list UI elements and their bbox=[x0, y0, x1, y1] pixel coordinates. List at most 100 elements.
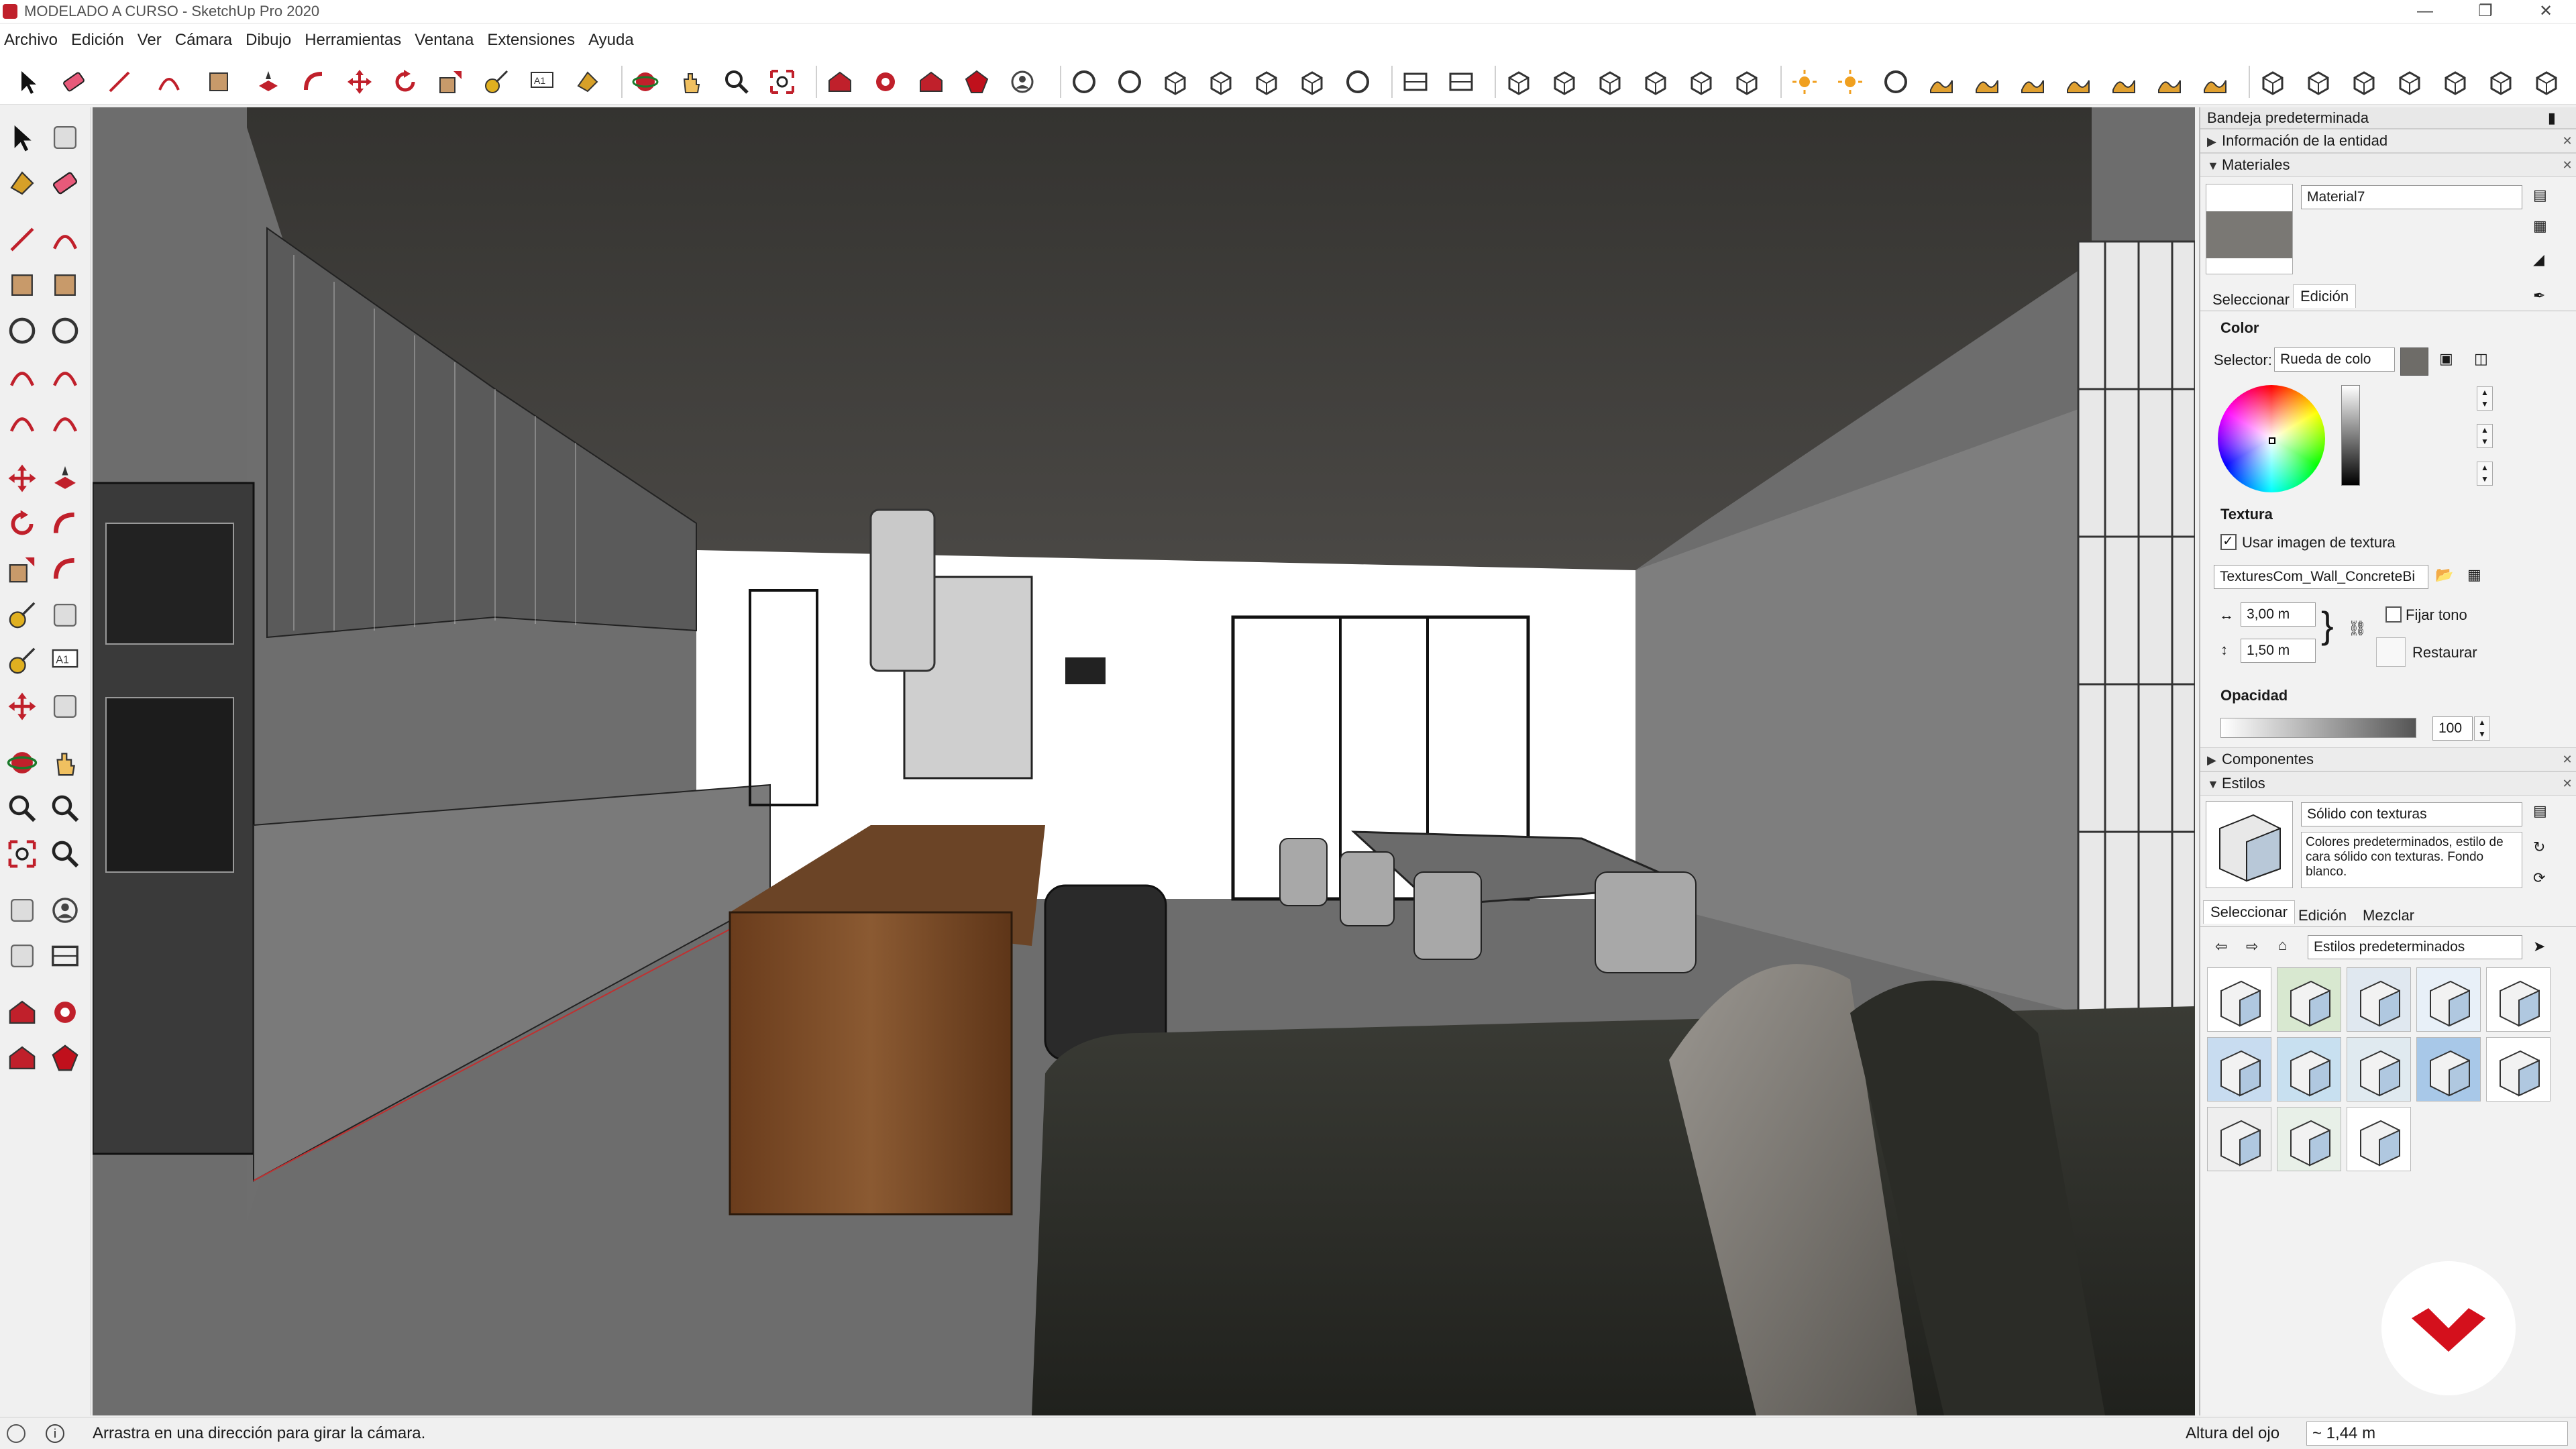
pan-tool-icon[interactable] bbox=[48, 746, 82, 780]
arc-tool-icon[interactable] bbox=[154, 67, 184, 97]
tab-styles-seleccionar[interactable]: Seleccionar bbox=[2203, 900, 2295, 924]
match-screen-color-icon[interactable]: ◫ bbox=[2474, 350, 2488, 368]
rotated-rectangle-icon[interactable] bbox=[48, 268, 82, 302]
create-material-icon[interactable]: ▤ bbox=[2533, 186, 2547, 204]
color-wheel[interactable] bbox=[2218, 385, 2325, 492]
circle-tool-icon[interactable] bbox=[5, 314, 39, 347]
minimize-icon[interactable]: — bbox=[2395, 0, 2455, 23]
menu-edicion[interactable]: Edición bbox=[67, 31, 133, 50]
hidden-line-icon[interactable] bbox=[1206, 67, 1236, 97]
menu-camara[interactable]: Cámara bbox=[171, 31, 241, 50]
extension-warehouse-icon[interactable] bbox=[871, 67, 900, 97]
line-tool-icon[interactable] bbox=[105, 67, 134, 97]
menu-ver[interactable]: Ver bbox=[133, 31, 171, 50]
opacity-field[interactable]: 100 bbox=[2432, 716, 2473, 741]
style-thumbnail[interactable] bbox=[2347, 1037, 2411, 1102]
menu-extensiones[interactable]: Extensiones bbox=[483, 31, 584, 50]
tab-edicion[interactable]: Edición bbox=[2293, 284, 2357, 308]
style-thumbnail[interactable] bbox=[2207, 1037, 2271, 1102]
update-style-icon[interactable]: ↻ bbox=[2533, 839, 2545, 856]
brightness-slider[interactable] bbox=[2341, 385, 2360, 486]
create-style-icon[interactable]: ▤ bbox=[2533, 802, 2547, 820]
push-pull-tool-icon[interactable] bbox=[254, 67, 283, 97]
extension-manager-icon[interactable] bbox=[48, 1041, 82, 1075]
paint-bucket-icon[interactable] bbox=[5, 166, 39, 200]
two-point-arc-icon[interactable] bbox=[48, 360, 82, 393]
position-camera-icon[interactable] bbox=[5, 894, 39, 927]
scale-tool-icon[interactable] bbox=[5, 553, 39, 586]
refresh-icon[interactable]: ⟳ bbox=[2533, 869, 2545, 887]
section-components[interactable]: ▶ Componentes ✕ bbox=[2200, 747, 2576, 771]
forward-arrow-icon[interactable]: ⇨ bbox=[2246, 938, 2258, 955]
style-collection-select[interactable]: Estilos predeterminados bbox=[2308, 935, 2522, 959]
xray-icon[interactable] bbox=[1069, 67, 1099, 97]
extension-warehouse-icon[interactable] bbox=[48, 996, 82, 1029]
close-icon[interactable]: ✕ bbox=[2559, 747, 2576, 771]
orbit-tool-icon[interactable] bbox=[5, 746, 39, 780]
rectangle-tool-icon[interactable] bbox=[5, 268, 39, 302]
back-view-icon[interactable] bbox=[1686, 67, 1716, 97]
shaded-textures-icon[interactable] bbox=[1297, 67, 1327, 97]
wireframe-icon[interactable] bbox=[1161, 67, 1190, 97]
style-thumbnail[interactable] bbox=[2486, 967, 2551, 1032]
monochrome-icon[interactable] bbox=[1343, 67, 1373, 97]
scale-tool-icon[interactable] bbox=[436, 67, 466, 97]
zoom-tool-icon[interactable] bbox=[5, 792, 39, 825]
smoove-icon[interactable] bbox=[2018, 67, 2047, 97]
style-thumbnail[interactable] bbox=[2416, 1037, 2481, 1102]
tab-styles-edicion[interactable]: Edición bbox=[2292, 904, 2353, 927]
section-plane-icon[interactable] bbox=[1401, 67, 1430, 97]
style-thumbnail[interactable] bbox=[2347, 1107, 2411, 1171]
spin-val[interactable]: ▲ ▼ bbox=[2477, 462, 2493, 486]
info-icon[interactable]: i bbox=[46, 1424, 64, 1443]
stamp-icon[interactable] bbox=[2063, 67, 2093, 97]
orbit-tool-icon[interactable] bbox=[631, 67, 660, 97]
top-view-icon[interactable] bbox=[1550, 67, 1579, 97]
add-detail-icon[interactable] bbox=[2155, 67, 2184, 97]
style-thumbnail[interactable] bbox=[2416, 967, 2481, 1032]
style-thumbnail[interactable] bbox=[2207, 967, 2271, 1032]
move-tool-icon[interactable] bbox=[5, 462, 39, 495]
zoom-tool-icon[interactable] bbox=[722, 67, 751, 97]
style-thumbnail[interactable] bbox=[2277, 1107, 2341, 1171]
paint-bucket-icon[interactable] bbox=[573, 67, 602, 97]
color-picker-select[interactable]: Rueda de colo bbox=[2274, 347, 2395, 372]
menu-dibujo[interactable]: Dibujo bbox=[241, 31, 301, 50]
solid-split-icon[interactable] bbox=[2486, 67, 2516, 97]
style-thumbnail[interactable] bbox=[2486, 1037, 2551, 1102]
follow-me-tool-icon[interactable] bbox=[299, 67, 329, 97]
eraser-tool-icon[interactable] bbox=[48, 166, 82, 200]
material-name-field[interactable]: Material7 bbox=[2301, 185, 2522, 209]
solid-intersect-icon[interactable] bbox=[2304, 67, 2333, 97]
match-color-icon[interactable]: ▣ bbox=[2439, 350, 2453, 368]
eraser-tool-icon[interactable] bbox=[59, 67, 89, 97]
back-edges-icon[interactable] bbox=[1115, 67, 1144, 97]
model-viewport[interactable] bbox=[93, 107, 2195, 1415]
spin-hue[interactable]: ▲ ▼ bbox=[2477, 386, 2493, 411]
zoom-extents-icon[interactable] bbox=[767, 67, 797, 97]
3d-warehouse-icon[interactable] bbox=[825, 67, 855, 97]
drape-icon[interactable] bbox=[2109, 67, 2139, 97]
sandbox-scratch-icon[interactable] bbox=[1972, 67, 2002, 97]
use-texture-checkbox[interactable]: ✓ bbox=[2220, 534, 2237, 550]
rotate-tool-icon[interactable] bbox=[390, 67, 420, 97]
select-tool-icon[interactable] bbox=[5, 121, 39, 154]
front-view-icon[interactable] bbox=[1595, 67, 1625, 97]
polygon-tool-icon[interactable] bbox=[48, 314, 82, 347]
walk-icon[interactable] bbox=[5, 939, 39, 973]
measure-value-field[interactable]: ~ 1,44 m bbox=[2306, 1421, 2568, 1446]
three-point-arc-icon[interactable] bbox=[5, 405, 39, 439]
fog-icon[interactable] bbox=[1835, 67, 1865, 97]
sample-paint-icon[interactable]: ◢ bbox=[2533, 251, 2544, 268]
restore-icon[interactable]: ❐ bbox=[2455, 0, 2516, 23]
tab-seleccionar[interactable]: Seleccionar bbox=[2206, 288, 2296, 311]
components-icon[interactable] bbox=[2532, 67, 2561, 97]
spin-sat[interactable]: ▲ ▼ bbox=[2477, 424, 2493, 448]
style-name-field[interactable]: Sólido con texturas bbox=[2301, 802, 2522, 826]
details-arrow-icon[interactable]: ➤ bbox=[2533, 938, 2545, 955]
look-around-icon[interactable] bbox=[48, 894, 82, 927]
chain-link-icon[interactable]: ⛓ bbox=[2348, 620, 2367, 637]
3d-text-icon[interactable] bbox=[48, 690, 82, 723]
home-icon[interactable]: ⌂ bbox=[2278, 936, 2287, 954]
back-arrow-icon[interactable]: ⇦ bbox=[2215, 938, 2227, 955]
